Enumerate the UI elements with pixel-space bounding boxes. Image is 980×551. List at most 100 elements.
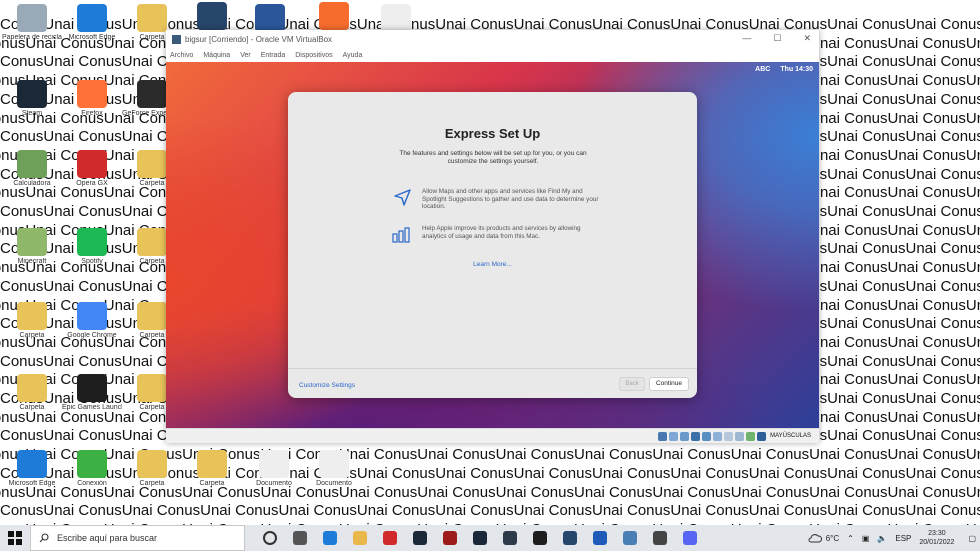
desktop-icon[interactable]: Google Chrome xyxy=(66,302,118,358)
minecraft-icon xyxy=(17,228,47,256)
desktop-icon[interactable]: Calculadora xyxy=(6,150,58,206)
taskbar-app[interactable] xyxy=(348,525,372,551)
taskbar-app[interactable] xyxy=(498,525,522,551)
document-icon xyxy=(319,450,349,478)
desktop-icon[interactable]: Opera GX xyxy=(66,150,118,206)
system-tray: 6°C ⌃ ▣ 🔈 ESP 23:30 20/01/2022 ▢ xyxy=(808,525,980,551)
learn-more-link[interactable]: Learn More... xyxy=(288,261,697,268)
minimize-button[interactable]: — xyxy=(742,33,751,44)
setup-description: The features and settings below will be … xyxy=(399,150,587,165)
host-key-icon[interactable] xyxy=(757,431,767,441)
window-title: bigsur [Corriendo] - Oracle VM VirtualBo… xyxy=(185,34,333,44)
desktop-icon-label: Calculadora xyxy=(13,180,51,187)
folder-icon xyxy=(137,150,167,178)
opera-icon xyxy=(77,150,107,178)
desktop-icon[interactable]: Carpeta xyxy=(6,374,58,430)
taskbar-app[interactable] xyxy=(258,525,282,551)
desktop-icon[interactable]: Documento xyxy=(248,450,300,506)
optical-drive-icon[interactable] xyxy=(669,431,679,441)
customize-settings-link[interactable]: Customize Settings xyxy=(299,382,355,389)
taskbar-clock[interactable]: 23:30 20/01/2022 xyxy=(919,529,954,547)
epic-games-icon xyxy=(533,531,547,545)
weather-temp[interactable]: 6°C xyxy=(826,534,839,543)
desktop-icon[interactable]: Minecraft xyxy=(6,228,58,284)
desktop-icon[interactable]: Steam xyxy=(6,80,58,136)
steam-icon xyxy=(413,531,427,545)
desktop-icon[interactable]: Carpeta xyxy=(126,450,178,506)
taskbar-search[interactable]: Escribe aquí para buscar xyxy=(30,525,245,551)
virtualbox-icon xyxy=(197,2,227,30)
network-icon[interactable] xyxy=(691,431,701,441)
volume-icon[interactable]: 🔈 xyxy=(877,534,887,543)
taskbar-app[interactable] xyxy=(468,525,492,551)
desktop-icon[interactable]: Spotify xyxy=(66,228,118,284)
menu-maquina[interactable]: Máquina xyxy=(203,52,230,59)
input-source-indicator[interactable]: ABC xyxy=(755,66,770,73)
desktop-icon-label: Carpeta xyxy=(19,404,45,411)
notifications-icon[interactable]: ▢ xyxy=(968,534,976,543)
vbox-menubar: Archivo Máquina Ver Entrada Dispositivos… xyxy=(166,48,819,62)
network-icon[interactable]: ▣ xyxy=(862,534,870,543)
folder-icon xyxy=(17,302,47,330)
desktop-icon-label: Microsoft Edge xyxy=(8,480,56,487)
menu-archivo[interactable]: Archivo xyxy=(170,52,193,59)
desktop-icon[interactable]: Epic Games Launcher xyxy=(62,374,122,430)
broadcast-icon xyxy=(77,450,107,478)
usb-icon[interactable] xyxy=(702,431,712,441)
taskbar-app[interactable] xyxy=(678,525,702,551)
taskbar-app[interactable] xyxy=(318,525,342,551)
start-button[interactable] xyxy=(0,525,30,551)
taskbar-app[interactable] xyxy=(558,525,582,551)
desktop-icon[interactable]: Microsoft Edge xyxy=(6,450,58,506)
desktop-icon[interactable]: Papelera de reciclaje xyxy=(2,4,62,60)
continue-button[interactable]: Continue xyxy=(649,377,689,391)
desktop-icon[interactable]: Conexión xyxy=(66,450,118,506)
taskbar-app[interactable] xyxy=(588,525,612,551)
virtualbox-window[interactable]: bigsur [Corriendo] - Oracle VM VirtualBo… xyxy=(166,30,819,443)
desktop-icon-label: Carpeta xyxy=(199,480,225,487)
folder-icon xyxy=(137,228,167,256)
desktop-icon-label: Steam xyxy=(21,110,43,117)
desktop-icon[interactable]: Documento xyxy=(308,450,360,506)
taskbar-app[interactable] xyxy=(378,525,402,551)
menu-dispositivos[interactable]: Dispositivos xyxy=(295,52,332,59)
analytics-bars-icon xyxy=(392,227,410,243)
display-icon[interactable] xyxy=(724,431,734,441)
close-button[interactable]: ✕ xyxy=(803,33,811,44)
edge-icon xyxy=(77,4,107,32)
shared-folders-icon[interactable] xyxy=(713,431,723,441)
taskbar-app[interactable] xyxy=(438,525,462,551)
taskbar-app[interactable] xyxy=(618,525,642,551)
recording-icon[interactable] xyxy=(735,431,745,441)
audio-icon[interactable] xyxy=(680,431,690,441)
recycle-bin-icon xyxy=(17,4,47,32)
desktop-icon[interactable]: Carpeta xyxy=(186,450,238,506)
cpu-icon[interactable] xyxy=(746,431,756,441)
menu-ayuda[interactable]: Ayuda xyxy=(343,52,363,59)
back-button[interactable]: Back xyxy=(619,377,645,391)
hdd-icon[interactable] xyxy=(658,431,668,441)
tray-chevron-icon[interactable]: ⌃ xyxy=(847,534,854,543)
blue-app-icon xyxy=(593,531,607,545)
calculator-icon xyxy=(17,150,47,178)
cortana-icon xyxy=(263,531,277,545)
desktop-icon[interactable]: Firefox xyxy=(66,80,118,136)
menu-ver[interactable]: Ver xyxy=(240,52,251,59)
notepad-icon xyxy=(623,531,637,545)
taskbar-app[interactable] xyxy=(648,525,672,551)
mac-clock[interactable]: Thu 14:30 xyxy=(780,66,813,73)
menu-entrada[interactable]: Entrada xyxy=(261,52,286,59)
vm-screen[interactable]: ABC Thu 14:30 Express Set Up The feature… xyxy=(166,62,819,428)
language-indicator[interactable]: ESP xyxy=(895,534,911,543)
setup-footer: Customize Settings Back Continue xyxy=(288,368,697,399)
maximize-button[interactable]: ☐ xyxy=(773,33,781,44)
express-setup-dialog: Express Set Up The features and settings… xyxy=(288,92,697,398)
desktop-icon[interactable]: Carpeta xyxy=(6,302,58,358)
firefox-icon xyxy=(77,80,107,108)
taskbar-app[interactable] xyxy=(288,525,312,551)
taskbar-app[interactable] xyxy=(408,525,432,551)
desktop-icon[interactable]: Microsoft Edge xyxy=(66,4,118,60)
taskbar-app[interactable] xyxy=(528,525,552,551)
window-titlebar[interactable]: bigsur [Corriendo] - Oracle VM VirtualBo… xyxy=(166,30,819,48)
word-icon xyxy=(255,4,285,32)
